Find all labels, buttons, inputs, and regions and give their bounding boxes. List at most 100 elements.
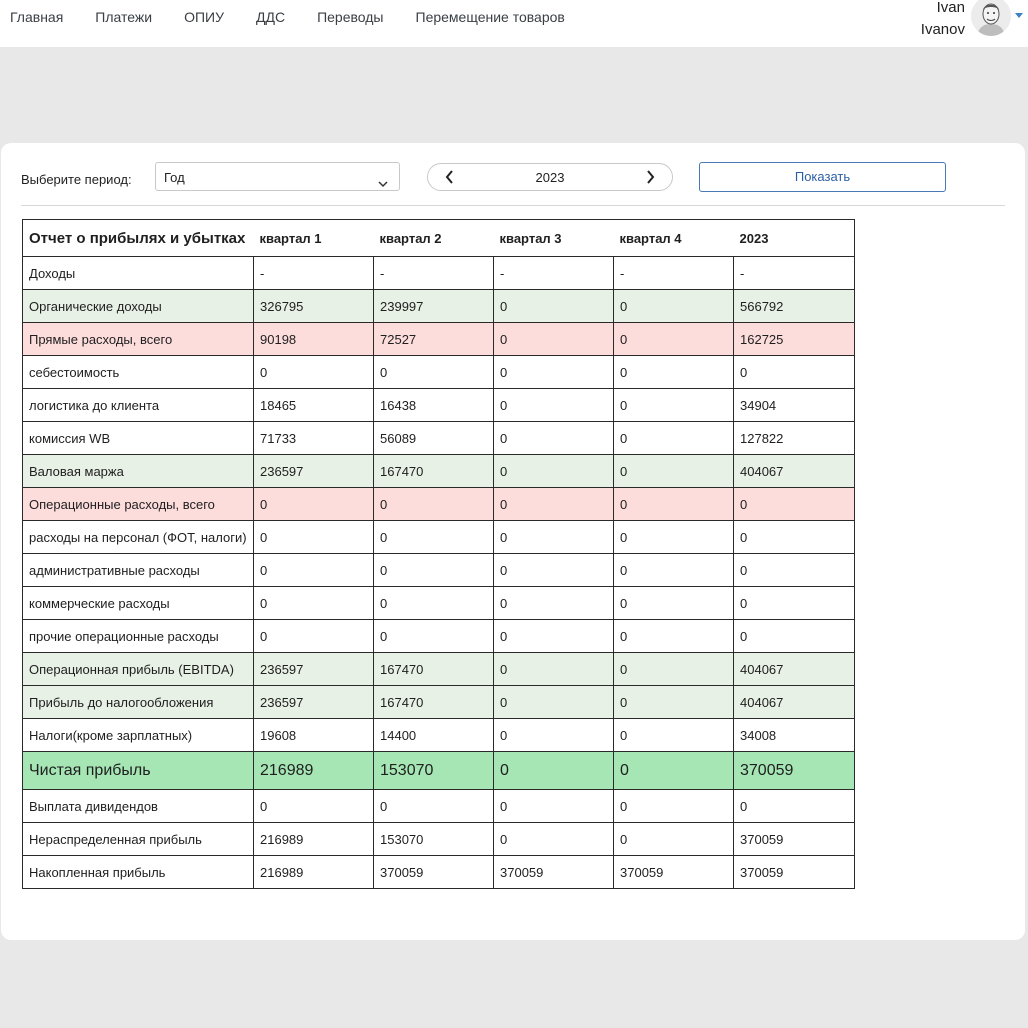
table-cell: 0: [493, 718, 614, 752]
table-cell: 0: [493, 553, 614, 587]
table-cell: 0: [253, 553, 374, 587]
table-cell: -: [613, 256, 734, 290]
row-label: Прямые расходы, всего: [22, 322, 254, 356]
table-cell: 0: [613, 586, 734, 620]
column-header: квартал 4: [613, 219, 734, 257]
table-cell: 0: [253, 789, 374, 823]
table-row: Накопленная прибыль 216989 370059 370059 370…: [22, 855, 855, 889]
period-select-value: Год: [164, 170, 185, 185]
table-cell: 0: [733, 619, 855, 653]
year-stepper: 2023: [427, 163, 673, 191]
table-cell: 0: [613, 355, 734, 389]
table-row: комиссия WB 71733 56089 0 0 127822: [22, 421, 855, 455]
table-cell: 71733: [253, 421, 374, 455]
column-header: квартал 1: [253, 219, 374, 257]
table-cell: 0: [613, 520, 734, 554]
table-cell: 34904: [733, 388, 855, 422]
table-cell: 0: [493, 289, 614, 323]
table-cell: 0: [613, 789, 734, 823]
nav-item-payments[interactable]: Платежи: [95, 9, 152, 26]
table-cell: -: [493, 256, 614, 290]
table-cell: -: [253, 256, 374, 290]
table-cell: 370059: [733, 855, 855, 889]
table-cell: 0: [373, 553, 494, 587]
caret-down-icon[interactable]: [1015, 13, 1023, 18]
table-cell: 236597: [253, 454, 374, 488]
table-cell: 0: [253, 586, 374, 620]
show-button[interactable]: Показать: [699, 162, 946, 192]
nav-item-dds[interactable]: ДДС: [256, 9, 285, 26]
table-cell: 0: [493, 487, 614, 521]
table-cell: 216989: [253, 822, 374, 856]
table-cell: 0: [253, 355, 374, 389]
table-row: Прибыль до налогообложения 236597 167470 0 0…: [22, 685, 855, 719]
table-cell: 0: [613, 751, 734, 790]
nav-item-transfers[interactable]: Переводы: [317, 9, 383, 26]
table-cell: 162725: [733, 322, 855, 356]
table-cell: 0: [733, 586, 855, 620]
table-row: логистика до клиента 18465 16438 0 0 34904: [22, 388, 855, 422]
table-cell: 0: [493, 421, 614, 455]
table-cell: 0: [373, 586, 494, 620]
user-last-name: Ivanov: [920, 21, 965, 38]
table-row: Органические доходы 326795 239997 0 0 566792: [22, 289, 855, 323]
row-label: Операционные расходы, всего: [22, 487, 254, 521]
table-cell: 18465: [253, 388, 374, 422]
table-cell: 0: [733, 355, 855, 389]
table-cell: 167470: [373, 454, 494, 488]
nav-item-opiu[interactable]: ОПИУ: [184, 9, 224, 26]
row-label: комиссия WB: [22, 421, 254, 455]
table-cell: 56089: [373, 421, 494, 455]
user-first-name: Ivan: [936, 0, 965, 16]
period-label: Выберите период:: [21, 172, 132, 187]
table-cell: 370059: [373, 855, 494, 889]
table-cell: 0: [493, 388, 614, 422]
table-cell: 0: [613, 454, 734, 488]
table-cell: 0: [253, 520, 374, 554]
table-cell: 72527: [373, 322, 494, 356]
table-cell: 236597: [253, 685, 374, 719]
table-cell: 127822: [733, 421, 855, 455]
nav-item-goods-movement[interactable]: Перемещение товаров: [416, 9, 565, 26]
table-cell: 0: [373, 520, 494, 554]
table-cell: 216989: [253, 751, 374, 790]
table-cell: 153070: [373, 751, 494, 790]
row-label: прочие операционные расходы: [22, 619, 254, 653]
table-cell: 0: [493, 454, 614, 488]
row-label: расходы на персонал (ФОТ, налоги): [22, 520, 254, 554]
table-row: Выплата дивидендов 0 0 0 0 0: [22, 789, 855, 823]
table-cell: 0: [613, 822, 734, 856]
table-cell: 404067: [733, 454, 855, 488]
table-cell: 370059: [733, 822, 855, 856]
table-cell: 0: [613, 652, 734, 686]
table-cell: 236597: [253, 652, 374, 686]
table-row: Доходы - - - - -: [22, 256, 855, 290]
table-cell: 0: [733, 487, 855, 521]
row-label: логистика до клиента: [22, 388, 254, 422]
row-label: Прибыль до налогообложения: [22, 685, 254, 719]
column-header: квартал 2: [373, 219, 494, 257]
table-cell: 0: [493, 322, 614, 356]
divider: [21, 205, 1005, 206]
table-cell: 0: [733, 553, 855, 587]
table-cell: 0: [493, 619, 614, 653]
table-cell: 0: [493, 685, 614, 719]
table-cell: 0: [253, 487, 374, 521]
column-header: квартал 3: [493, 219, 614, 257]
table-cell: 0: [493, 355, 614, 389]
period-select[interactable]: Год: [155, 162, 400, 191]
table-row: Операционная прибыль (EBITDA) 236597 16747…: [22, 652, 855, 686]
nav-item-home[interactable]: Главная: [10, 9, 63, 26]
user-name[interactable]: Ivan Ivanov: [921, 0, 965, 41]
table-row: прочие операционные расходы 0 0 0 0 0: [22, 619, 855, 653]
table-cell: 0: [613, 487, 734, 521]
table-cell: 0: [493, 789, 614, 823]
table-cell: 370059: [493, 855, 614, 889]
table-cell: 404067: [733, 652, 855, 686]
avatar-icon[interactable]: [971, 0, 1011, 36]
table-cell: 0: [733, 520, 855, 554]
table-row: Прямые расходы, всего 90198 72527 0 0 162725: [22, 322, 855, 356]
table-cell: 167470: [373, 652, 494, 686]
row-label: себестоимость: [22, 355, 254, 389]
chevron-right-icon[interactable]: [644, 170, 656, 189]
